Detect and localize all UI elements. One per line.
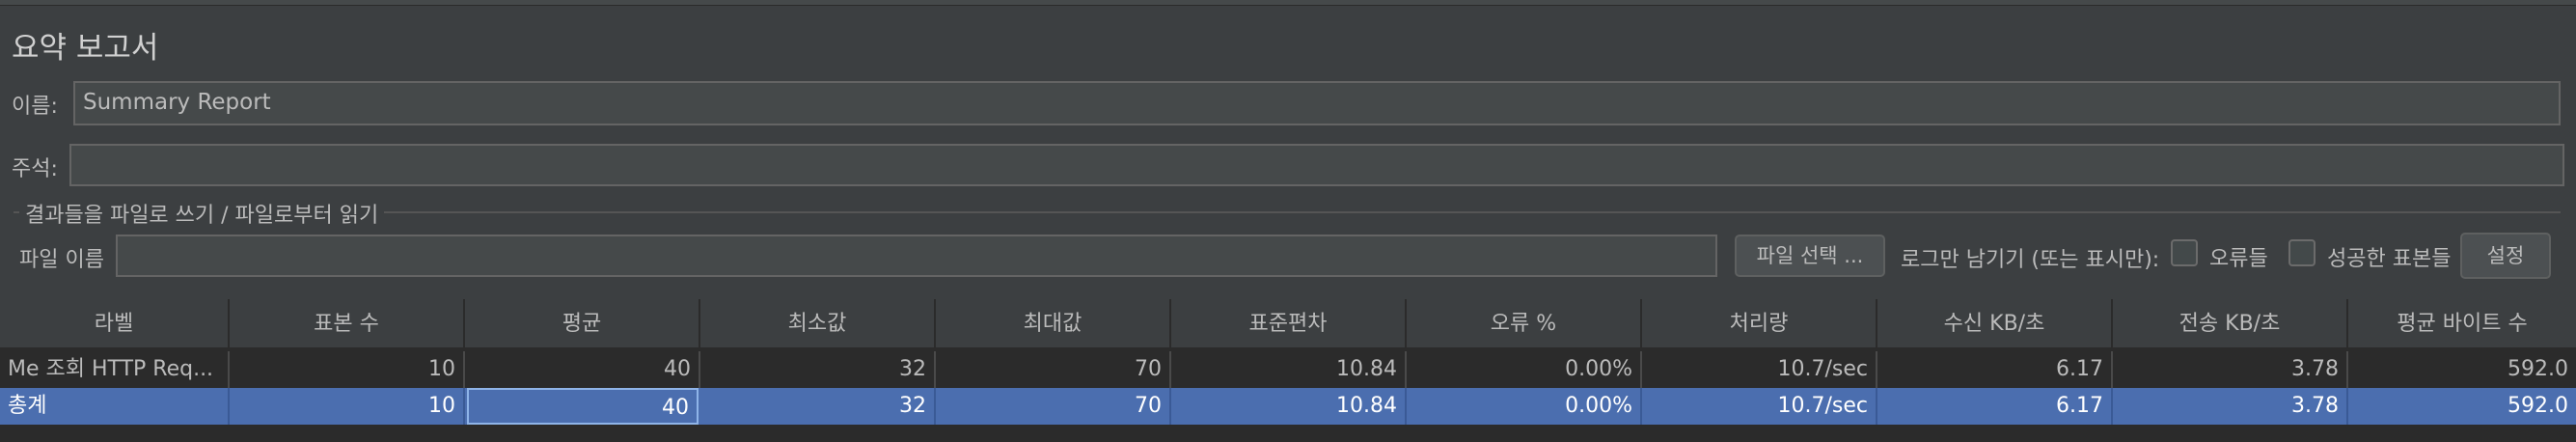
column-header-avg-bytes[interactable]: 평균 바이트 수: [2348, 299, 2576, 349]
cell-label: 총계: [0, 388, 230, 425]
window-top-border: [0, 0, 2576, 6]
column-header-stddev[interactable]: 표준편차: [1171, 299, 1407, 349]
table-row-total[interactable]: 총계 10 40 32 70 10.84 0.00% 10.7/sec 6.17…: [0, 388, 2576, 425]
summary-table: 라벨 표본 수 평균 최소값 최대값 표준편차 오류 % 처리량 수신 KB/초…: [0, 299, 2576, 442]
column-header-error-pct[interactable]: 오류 %: [1407, 299, 1642, 349]
cell-average: 40: [465, 351, 700, 388]
column-header-sent-kb[interactable]: 전송 KB/초: [2113, 299, 2348, 349]
column-header-min[interactable]: 최소값: [700, 299, 936, 349]
page-title: 요약 보고서: [12, 31, 159, 66]
success-checkbox-label: 성공한 표본들: [2327, 247, 2452, 271]
errors-checkbox[interactable]: [2171, 239, 2198, 266]
name-label: 이름:: [12, 95, 58, 119]
cell-sent-kb: 3.78: [2113, 351, 2348, 388]
cell-received-kb: 6.17: [1877, 351, 2113, 388]
cell-throughput: 10.7/sec: [1642, 351, 1877, 388]
cell-stddev: 10.84: [1171, 388, 1407, 425]
column-header-throughput[interactable]: 처리량: [1642, 299, 1877, 349]
cell-label: Me 조회 HTTP Req...: [0, 351, 230, 388]
file-group-border: [14, 211, 2561, 213]
comment-field[interactable]: [69, 144, 2564, 186]
cell-received-kb: 6.17: [1877, 388, 2113, 425]
column-header-label[interactable]: 라벨: [0, 299, 230, 349]
cell-sent-kb: 3.78: [2113, 388, 2348, 425]
cell-min: 32: [700, 351, 936, 388]
table-header: 라벨 표본 수 평균 최소값 최대값 표준편차 오류 % 처리량 수신 KB/초…: [0, 299, 2576, 349]
cell-min: 32: [700, 388, 936, 425]
cell-error-pct: 0.00%: [1407, 388, 1642, 425]
cell-avg-bytes: 592.0: [2507, 357, 2568, 381]
success-checkbox[interactable]: [2288, 239, 2316, 266]
column-header-samples[interactable]: 표본 수: [230, 299, 465, 349]
browse-file-button[interactable]: 파일 선택 ...: [1735, 235, 1885, 277]
cell-avg-bytes: 592.0: [2507, 394, 2568, 418]
column-header-average[interactable]: 평균: [465, 299, 700, 349]
cell-max: 70: [936, 388, 1171, 425]
cell-max: 70: [936, 351, 1171, 388]
filename-label: 파일 이름: [19, 248, 104, 272]
column-header-received-kb[interactable]: 수신 KB/초: [1877, 299, 2113, 349]
table-row[interactable]: Me 조회 HTTP Req... 10 40 32 70 10.84 0.00…: [0, 351, 2576, 388]
cell-throughput: 10.7/sec: [1642, 388, 1877, 425]
column-header-max[interactable]: 최대값: [936, 299, 1171, 349]
configure-button[interactable]: 설정: [2460, 233, 2551, 279]
cell-stddev: 10.84: [1171, 351, 1407, 388]
filename-field[interactable]: [116, 235, 1717, 277]
log-only-label: 로그만 남기기 (또는 표시만):: [1901, 248, 2160, 272]
cell-samples: 10: [230, 388, 465, 425]
file-group-title: 결과들을 파일로 쓰기 / 파일로부터 읽기: [19, 198, 385, 229]
comment-label: 주석:: [12, 157, 58, 181]
cell-error-pct: 0.00%: [1407, 351, 1642, 388]
cell-samples: 10: [230, 351, 465, 388]
cell-average[interactable]: 40: [467, 388, 699, 425]
errors-checkbox-label: 오류들: [2209, 247, 2268, 271]
name-field[interactable]: Summary Report: [73, 81, 2561, 125]
